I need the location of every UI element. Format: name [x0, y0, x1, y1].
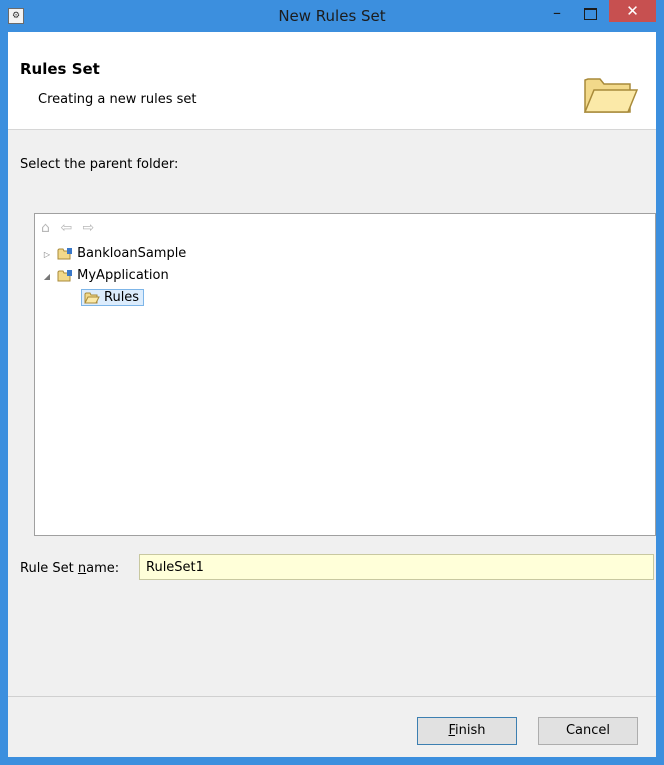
- tree-node-rules[interactable]: Rules: [81, 288, 145, 308]
- forward-arrow-icon[interactable]: ⇨: [83, 220, 95, 236]
- selected-node[interactable]: Rules: [81, 289, 145, 306]
- tree-node-label: MyApplication: [77, 268, 169, 283]
- parent-folder-prompt: Select the parent folder:: [20, 157, 179, 172]
- project-icon: [57, 247, 73, 259]
- open-folder-icon: [84, 292, 100, 303]
- back-arrow-icon[interactable]: ⇦: [60, 220, 72, 236]
- button-separator: [8, 696, 656, 697]
- tree-node-label: Rules: [104, 290, 140, 305]
- collapse-icon[interactable]: ◢: [41, 267, 53, 287]
- dialog-body: Rules Set Creating a new rules set Selec…: [8, 32, 656, 757]
- wizard-header: Rules Set Creating a new rules set: [8, 32, 656, 130]
- finish-label: inish: [455, 723, 486, 738]
- expand-icon[interactable]: ▷: [41, 245, 53, 265]
- finish-button[interactable]: Finish: [417, 717, 517, 745]
- home-icon[interactable]: ⌂: [41, 220, 50, 236]
- project-icon: [57, 269, 73, 281]
- rule-set-name-input[interactable]: [139, 554, 654, 580]
- header-subtitle: Creating a new rules set: [38, 92, 197, 107]
- label-mnemonic: n: [77, 561, 87, 576]
- tree-node-myapplication[interactable]: ◢ MyApplication: [41, 266, 169, 286]
- header-title: Rules Set: [20, 60, 100, 78]
- tree-nav-bar: ⌂ ⇦ ⇨: [41, 220, 100, 238]
- title-bar[interactable]: ⚙ New Rules Set – ✕: [0, 0, 664, 32]
- label-text: Rule Set: [20, 561, 78, 576]
- dialog-window: ⚙ New Rules Set – ✕ Rules Set Creating a…: [0, 0, 664, 765]
- maximize-icon: [583, 8, 597, 20]
- folder-icon: [583, 78, 638, 113]
- folder-tree[interactable]: ⌂ ⇦ ⇨ ▷ BankloanSample ◢ MyApplication R…: [34, 213, 656, 536]
- tree-node-label: BankloanSample: [77, 246, 187, 261]
- tree-node-bankloansample[interactable]: ▷ BankloanSample: [41, 244, 186, 264]
- close-button[interactable]: ✕: [609, 0, 656, 22]
- cancel-button[interactable]: Cancel: [538, 717, 638, 745]
- rule-set-name-label: Rule Set name:: [20, 561, 119, 576]
- label-text: ame:: [86, 561, 120, 576]
- minimize-button[interactable]: –: [542, 4, 572, 26]
- maximize-button[interactable]: [575, 4, 605, 26]
